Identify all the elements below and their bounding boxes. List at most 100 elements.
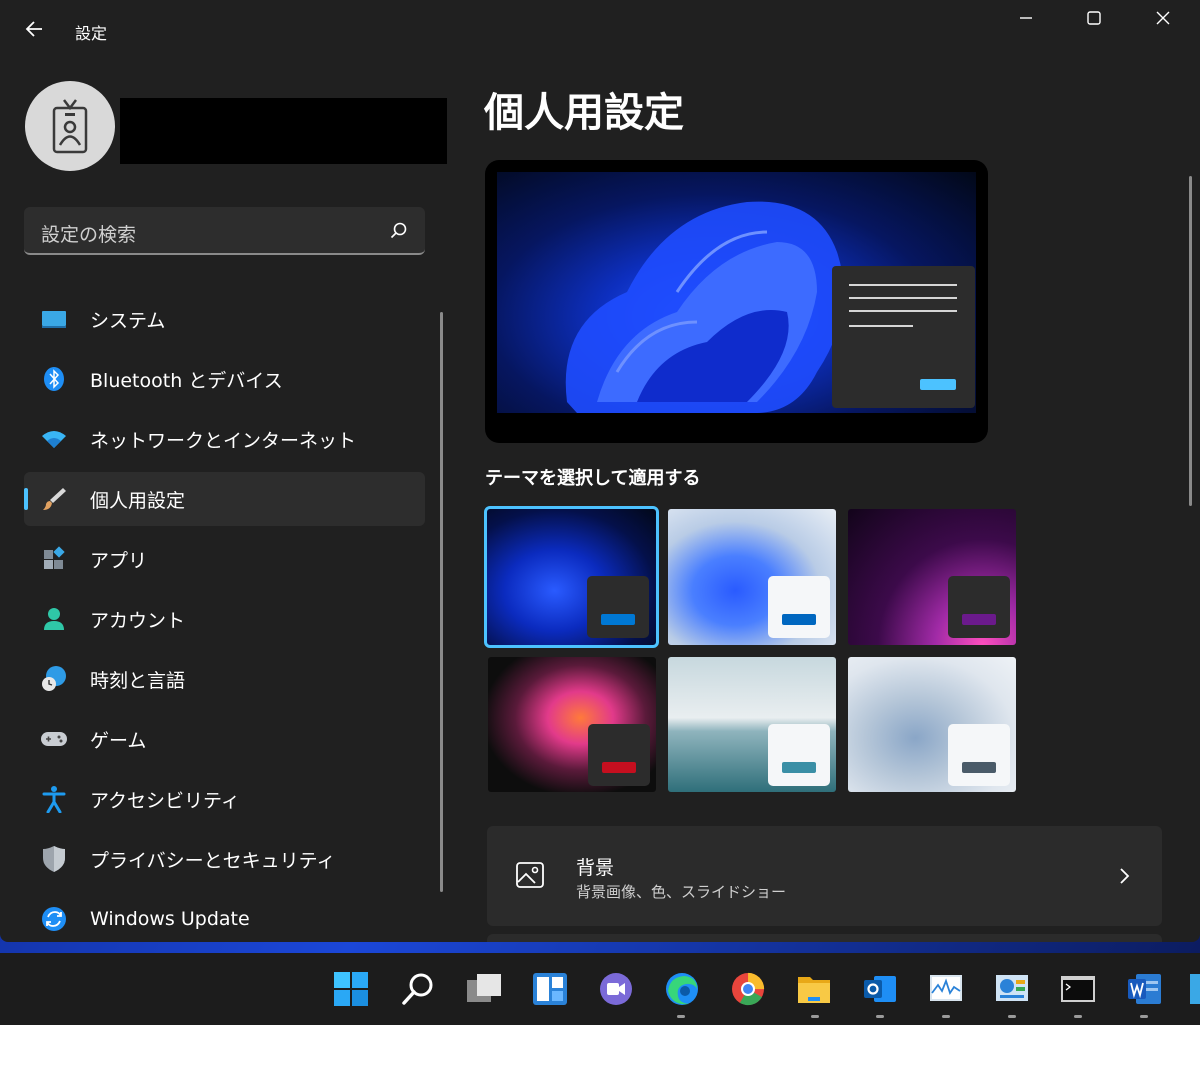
theme-captured-motion[interactable]	[488, 657, 656, 792]
search-icon[interactable]	[389, 221, 409, 241]
page-title: 個人用設定	[484, 90, 684, 136]
theme-windows-dark[interactable]	[484, 506, 659, 648]
theme-card	[768, 724, 830, 786]
theme-card	[588, 724, 650, 786]
theme-glow[interactable]	[848, 509, 1016, 645]
settings-window: 設定 設定の検索 システム Bluetooth とデバイス ネットワークとインタ…	[0, 0, 1200, 942]
background-subtitle: 背景画像、色、スライドショー	[576, 883, 787, 901]
edge-icon[interactable]	[662, 969, 702, 1009]
back-button[interactable]	[20, 14, 50, 44]
sidebar-item-personalization[interactable]: 個人用設定	[24, 472, 425, 526]
minimize-button[interactable]	[993, 0, 1059, 36]
gamepad-icon	[40, 725, 68, 753]
file-explorer-icon[interactable]	[794, 969, 834, 1009]
time-language-icon	[40, 665, 68, 693]
sidebar-item-label: ネットワークとインターネット	[90, 429, 357, 452]
search-input[interactable]: 設定の検索	[41, 220, 136, 247]
image-icon	[516, 862, 544, 888]
sidebar-item-gaming[interactable]: ゲーム	[24, 709, 425, 769]
start-icon[interactable]	[331, 969, 371, 1009]
terminal-icon[interactable]	[1058, 969, 1098, 1009]
maximize-icon	[1087, 11, 1101, 25]
window-title: 設定	[75, 24, 108, 43]
wallpaper-preview	[497, 172, 976, 413]
sidebar-item-label: ゲーム	[90, 729, 147, 752]
sidebar-item-accounts[interactable]: アカウント	[24, 589, 425, 649]
theme-section-heading: テーマを選択して適用する	[485, 468, 701, 489]
app-icon[interactable]	[1188, 969, 1200, 1009]
task-view-icon[interactable]	[464, 969, 504, 1009]
sidebar-item-label: アカウント	[90, 609, 186, 632]
sidebar-item-label: 個人用設定	[90, 489, 186, 512]
account-icon	[40, 605, 68, 633]
resource-monitor-icon[interactable]	[926, 969, 966, 1009]
search-icon[interactable]	[398, 969, 438, 1009]
theme-card	[948, 576, 1010, 638]
running-indicator	[1140, 1015, 1148, 1018]
apps-icon	[40, 545, 68, 573]
theme-card	[948, 724, 1010, 786]
back-arrow-icon	[25, 21, 42, 37]
control-panel-icon[interactable]	[992, 969, 1032, 1009]
next-setting-card[interactable]	[487, 934, 1162, 942]
badge-icon	[52, 99, 88, 154]
chevron-right-icon	[1120, 868, 1130, 884]
sidebar-item-system[interactable]: システム	[24, 289, 425, 349]
running-indicator	[876, 1015, 884, 1018]
sidebar-item-windows-update[interactable]: Windows Update	[24, 889, 425, 942]
running-indicator	[677, 1015, 685, 1018]
search-box[interactable]: 設定の検索	[24, 207, 425, 255]
accessibility-icon	[40, 785, 68, 813]
teams-chat-icon[interactable]	[596, 969, 636, 1009]
user-name-redacted	[120, 98, 447, 164]
sidebar-item-label: アプリ	[90, 549, 148, 572]
avatar[interactable]	[25, 81, 115, 171]
close-button[interactable]	[1130, 0, 1196, 36]
maximize-button[interactable]	[1061, 0, 1127, 36]
desktop-wallpaper: 設定 設定の検索 システム Bluetooth とデバイス ネットワークとインタ…	[0, 0, 1200, 1025]
sidebar-item-apps[interactable]: アプリ	[24, 529, 425, 589]
system-icon	[40, 305, 68, 333]
sidebar-item-label: 時刻と言語	[90, 669, 186, 692]
widgets-icon[interactable]	[530, 969, 570, 1009]
theme-windows-light[interactable]	[668, 509, 836, 645]
theme-card	[768, 576, 830, 638]
running-indicator	[942, 1015, 950, 1018]
outlook-icon[interactable]	[860, 969, 900, 1009]
sidebar-nav: システム Bluetooth とデバイス ネットワークとインターネット 個人用設…	[24, 289, 425, 942]
sidebar-item-network[interactable]: ネットワークとインターネット	[24, 409, 425, 469]
background-title: 背景	[576, 857, 615, 879]
sidebar-item-label: Windows Update	[90, 908, 250, 930]
running-indicator	[811, 1015, 819, 1018]
running-indicator	[1074, 1015, 1082, 1018]
word-icon[interactable]	[1124, 969, 1164, 1009]
chrome-icon[interactable]	[728, 969, 768, 1009]
minimize-icon	[1020, 17, 1032, 19]
theme-sunrise[interactable]	[668, 657, 836, 792]
sidebar-item-label: Bluetooth とデバイス	[90, 369, 283, 392]
main-scrollbar[interactable]	[1189, 176, 1192, 506]
preview-accent-button	[920, 379, 956, 390]
theme-preview	[485, 160, 988, 443]
sidebar-item-time-language[interactable]: 時刻と言語	[24, 649, 425, 709]
background-setting-card[interactable]: 背景 背景画像、色、スライドショー	[487, 826, 1162, 926]
sidebar-item-label: システム	[90, 309, 166, 332]
title-bar: 設定	[0, 0, 1200, 48]
sidebar-item-accessibility[interactable]: アクセシビリティ	[24, 769, 425, 829]
sidebar-scrollbar[interactable]	[440, 312, 443, 892]
sidebar-item-label: アクセシビリティ	[90, 789, 240, 812]
brush-icon	[40, 485, 68, 513]
theme-flow[interactable]	[848, 657, 1016, 792]
sidebar-item-privacy[interactable]: プライバシーとセキュリティ	[24, 829, 425, 889]
sidebar-item-label: プライバシーとセキュリティ	[90, 849, 336, 872]
wifi-icon	[40, 425, 68, 453]
bluetooth-icon	[40, 365, 68, 393]
sidebar-item-bluetooth[interactable]: Bluetooth とデバイス	[24, 349, 425, 409]
preview-window-card	[832, 266, 975, 408]
update-icon	[40, 905, 68, 933]
taskbar	[0, 953, 1200, 1025]
shield-icon	[40, 845, 68, 873]
close-icon	[1156, 11, 1170, 25]
theme-card	[587, 576, 649, 638]
running-indicator	[1008, 1015, 1016, 1018]
